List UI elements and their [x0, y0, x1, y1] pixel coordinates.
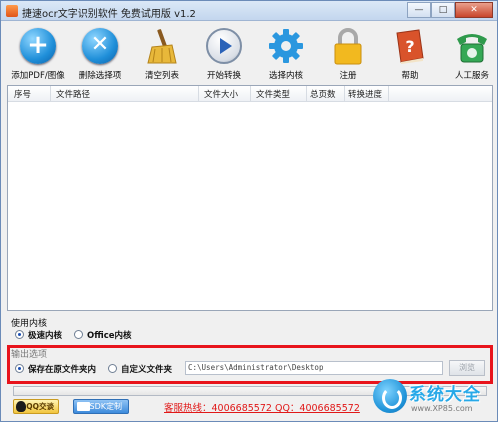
qq-chat-button[interactable]: QQ交谈 [13, 399, 59, 414]
browse-button[interactable]: 浏览 [449, 360, 485, 376]
lock-icon [329, 27, 367, 65]
customer-hotline-link[interactable]: 客服热线：4006685572 QQ：4006685572 [164, 400, 360, 414]
clear-list-button[interactable]: 清空列表 [131, 25, 193, 83]
custom-folder-radio[interactable] [108, 364, 117, 373]
sdk-icon [77, 402, 90, 411]
column-header-type[interactable]: 文件类型 [256, 88, 290, 100]
custom-folder-label: 自定义文件夹 [121, 365, 173, 375]
watermark-logo-icon [373, 379, 407, 413]
human-service-button[interactable]: 人工服务 [441, 25, 498, 83]
core-fast-label: 极速内核 [28, 331, 63, 341]
play-icon [205, 27, 243, 65]
delete-selected-button[interactable]: ✕ 删除选择项 [69, 25, 131, 83]
help-book-icon: ? [391, 27, 429, 65]
minimize-button[interactable]: — [407, 2, 431, 18]
core-section-title: 使用内核 [11, 319, 48, 329]
save-original-folder-label: 保存在原文件夹内 [28, 365, 97, 375]
add-pdf-image-button[interactable]: + 添加PDF/图像 [7, 25, 69, 83]
column-header-path[interactable]: 文件路径 [56, 88, 90, 100]
qq-chat-label: QQ交谈 [26, 402, 54, 411]
save-original-folder-radio[interactable] [15, 364, 24, 373]
sdk-custom-button[interactable]: SDK定制 [73, 399, 129, 414]
app-window: 捷速ocr文字识别软件 免费试用版 v1.2 — □ ✕ + 添加PDF/图像 … [0, 0, 498, 422]
close-button[interactable]: ✕ [455, 2, 493, 18]
table-header: 序号 文件路径 文件大小 文件类型 总页数 转换进度 [8, 86, 492, 102]
qq-penguin-icon [16, 401, 26, 412]
add-icon: + [19, 27, 57, 65]
help-button[interactable]: ? 帮助 [379, 25, 441, 83]
delete-icon: ✕ [81, 27, 119, 65]
gear-icon [267, 27, 305, 65]
core-fast-radio[interactable] [15, 330, 24, 339]
watermark-title: 系统大全 [409, 385, 481, 405]
column-header-index[interactable]: 序号 [14, 88, 31, 100]
title-bar: 捷速ocr文字识别软件 免费试用版 v1.2 — □ ✕ [1, 1, 497, 21]
toolbar-label: 人工服务 [454, 71, 489, 81]
register-button[interactable]: 注册 [317, 25, 379, 83]
window-controls: — □ ✕ [407, 2, 493, 18]
window-title: 捷速ocr文字识别软件 免费试用版 v1.2 [22, 9, 196, 20]
column-header-size[interactable]: 文件大小 [204, 88, 238, 100]
select-core-button[interactable]: 选择内核 [255, 25, 317, 83]
broom-icon [143, 27, 181, 65]
toolbar: + 添加PDF/图像 ✕ 删除选择项 清空列表 开始转换 选择内核 注册 ? 帮… [7, 25, 493, 83]
column-header-progress[interactable]: 转换进度 [348, 88, 382, 100]
output-path-field[interactable]: C:\Users\Administrator\Desktop [185, 361, 443, 375]
file-table[interactable]: 序号 文件路径 文件大小 文件类型 总页数 转换进度 [7, 85, 493, 311]
maximize-button[interactable]: □ [431, 2, 455, 18]
core-office-radio[interactable] [74, 330, 83, 339]
start-convert-button[interactable]: 开始转换 [193, 25, 255, 83]
watermark-url: www.XP85.com [411, 404, 473, 413]
sdk-custom-label: SDK定制 [89, 402, 122, 411]
core-office-label: Office内核 [87, 331, 132, 341]
column-header-pages[interactable]: 总页数 [310, 88, 336, 100]
phone-icon [453, 27, 491, 65]
svg-text:?: ? [405, 37, 414, 56]
app-icon [6, 5, 18, 17]
